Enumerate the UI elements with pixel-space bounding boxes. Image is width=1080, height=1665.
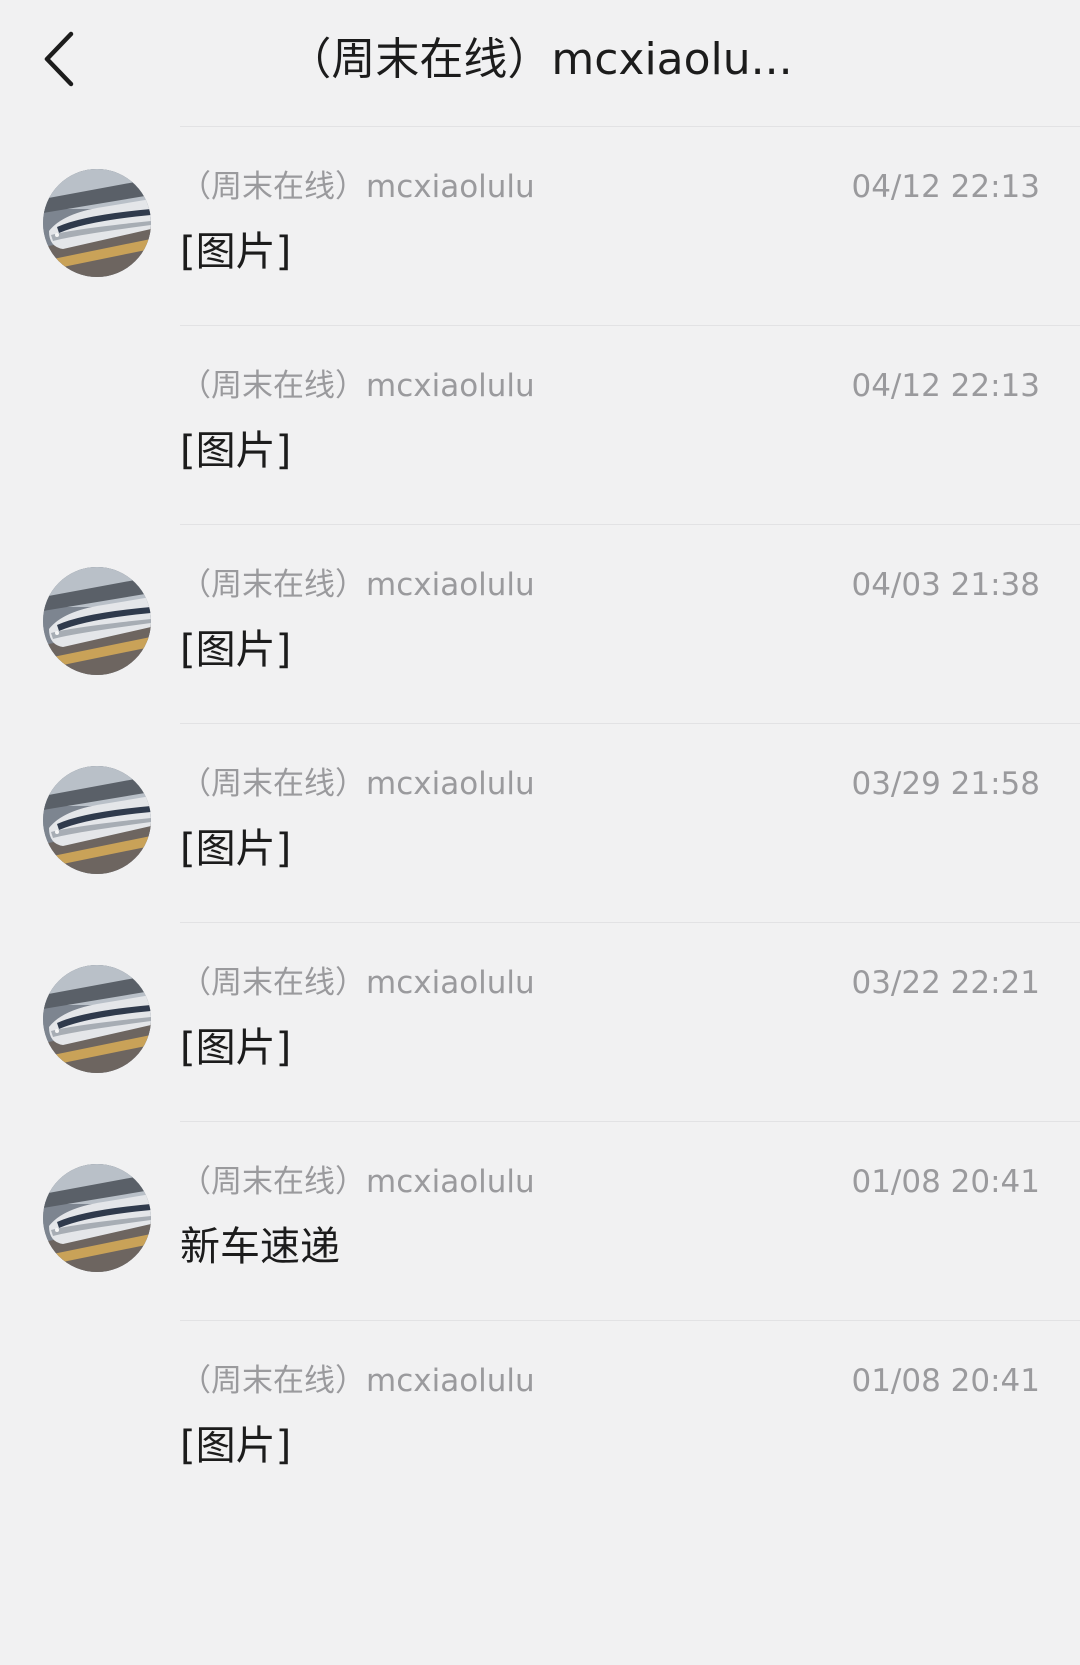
- sender-name: （周末在线）mcxiaolulu: [180, 965, 535, 1001]
- timestamp: 03/29 21:58: [851, 766, 1040, 802]
- list-item[interactable]: （周末在线）mcxiaolulu 04/12 22:13 [图片]: [0, 325, 1080, 524]
- timestamp: 03/22 22:21: [851, 965, 1040, 1001]
- message-list: （周末在线）mcxiaolulu 04/12 22:13 [图片] （周末在线）…: [0, 126, 1080, 1519]
- divider: [180, 1320, 1080, 1321]
- divider: [180, 723, 1080, 724]
- message-preview: [图片]: [180, 229, 292, 275]
- timestamp: 04/12 22:13: [851, 169, 1040, 205]
- list-item[interactable]: （周末在线）mcxiaolulu 04/03 21:38 [图片]: [0, 524, 1080, 723]
- timestamp: 04/03 21:38: [851, 567, 1040, 603]
- list-item[interactable]: （周末在线）mcxiaolulu 03/29 21:58 [图片]: [0, 723, 1080, 922]
- message-preview: [图片]: [180, 826, 292, 872]
- message-preview: [图片]: [180, 627, 292, 673]
- divider: [180, 325, 1080, 326]
- divider: [180, 524, 1080, 525]
- list-item[interactable]: （周末在线）mcxiaolulu 04/12 22:13 [图片]: [0, 126, 1080, 325]
- avatar[interactable]: [43, 567, 151, 675]
- message-preview: [图片]: [180, 1423, 292, 1469]
- avatar[interactable]: [43, 1164, 151, 1272]
- timestamp: 01/08 20:41: [851, 1363, 1040, 1399]
- train-photo-avatar: [43, 169, 151, 277]
- list-item[interactable]: （周末在线）mcxiaolulu 01/08 20:41 新车速递: [0, 1121, 1080, 1320]
- divider: [180, 922, 1080, 923]
- avatar[interactable]: [43, 965, 151, 1073]
- timestamp: 04/12 22:13: [851, 368, 1040, 404]
- list-item[interactable]: （周末在线）mcxiaolulu 03/22 22:21 [图片]: [0, 922, 1080, 1121]
- avatar[interactable]: [43, 169, 151, 277]
- sender-name: （周末在线）mcxiaolulu: [180, 766, 535, 802]
- train-photo-avatar: [43, 1164, 151, 1272]
- sender-name: （周末在线）mcxiaolulu: [180, 1363, 535, 1399]
- list-item[interactable]: （周末在线）mcxiaolulu 01/08 20:41 [图片]: [0, 1320, 1080, 1519]
- header-bar: （周末在线）mcxiaolu...: [0, 0, 1080, 126]
- divider: [180, 126, 1080, 127]
- avatar[interactable]: [43, 766, 151, 874]
- divider: [180, 1121, 1080, 1122]
- sender-name: （周末在线）mcxiaolulu: [180, 567, 535, 603]
- page-title: （周末在线）mcxiaolu...: [287, 34, 793, 85]
- chat-history-page: （周末在线）mcxiaolu... （周末在线）mcxiaolulu 04/12…: [0, 0, 1080, 1665]
- sender-name: （周末在线）mcxiaolulu: [180, 368, 535, 404]
- sender-name: （周末在线）mcxiaolulu: [180, 169, 535, 205]
- message-preview: [图片]: [180, 428, 292, 474]
- sender-name: （周末在线）mcxiaolulu: [180, 1164, 535, 1200]
- timestamp: 01/08 20:41: [851, 1164, 1040, 1200]
- train-photo-avatar: [43, 567, 151, 675]
- train-photo-avatar: [43, 766, 151, 874]
- train-photo-avatar: [43, 965, 151, 1073]
- message-preview: [图片]: [180, 1025, 292, 1071]
- message-preview: 新车速递: [180, 1224, 340, 1270]
